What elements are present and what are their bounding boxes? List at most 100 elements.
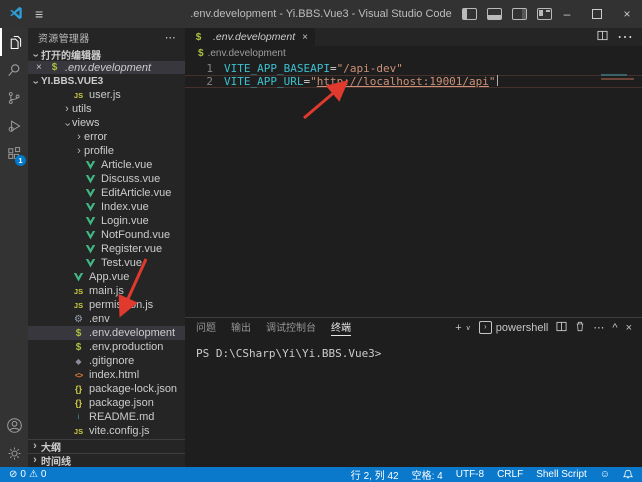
activity-settings-button[interactable] xyxy=(0,439,28,467)
kill-terminal-button[interactable] xyxy=(575,321,585,335)
file-icon xyxy=(84,259,97,268)
panel-tab[interactable]: 调试控制台 xyxy=(266,319,316,336)
tree-item[interactable]: {} package.json xyxy=(28,396,185,410)
open-editors-header[interactable]: 打开的编辑器 xyxy=(28,47,185,61)
url-link[interactable]: http://localhost:19001/api xyxy=(317,75,489,88)
open-editor-item[interactable]: × $ .env.development xyxy=(28,61,185,74)
chevron-icon xyxy=(62,104,72,115)
tree-item[interactable]: EditArticle.vue xyxy=(28,186,185,200)
minimize-button[interactable]: – xyxy=(552,0,582,28)
tree-item[interactable]: Discuss.vue xyxy=(28,172,185,186)
tree-item[interactable]: Article.vue xyxy=(28,158,185,172)
panel-tab[interactable]: 输出 xyxy=(231,319,251,336)
tree-item[interactable]: profile xyxy=(28,144,185,158)
activity-search-button[interactable] xyxy=(0,56,28,84)
activity-extensions-button[interactable]: 1 xyxy=(0,140,28,168)
tree-item[interactable]: i README.md xyxy=(28,410,185,424)
eol-status[interactable]: CRLF xyxy=(497,469,523,480)
close-button[interactable]: × xyxy=(612,0,642,28)
file-icon: JS xyxy=(72,287,85,296)
new-terminal-button[interactable]: + xyxy=(455,322,461,334)
maximize-button[interactable] xyxy=(582,0,612,28)
tree-item[interactable]: ⚙ .env xyxy=(28,312,185,326)
tree-item[interactable]: Test.vue xyxy=(28,256,185,270)
split-editor-button[interactable] xyxy=(597,28,608,46)
panel-tab[interactable]: 问题 xyxy=(196,319,216,336)
tab-close-icon[interactable]: × xyxy=(302,32,308,43)
outline-section-header[interactable]: 大纲 xyxy=(28,439,185,453)
breadcrumb[interactable]: $ .env.development xyxy=(185,46,642,60)
tree-item-label: Discuss.vue xyxy=(101,173,160,185)
editor-more-actions-icon[interactable]: ⋯ xyxy=(617,27,633,47)
terminal-icon: › xyxy=(479,321,492,334)
tree-item[interactable]: views xyxy=(28,116,185,130)
tree-item[interactable]: Index.vue xyxy=(28,200,185,214)
code-editor[interactable]: 1VITE_APP_BASEAPI="/api-dev" 2VITE_APP_U… xyxy=(185,60,642,317)
project-root-header[interactable]: YI.BBS.VUE3 xyxy=(28,74,185,88)
tab-env-development[interactable]: $ .env.development × xyxy=(185,28,315,46)
explorer-sidebar: 资源管理器 ⋯ 打开的编辑器 × $ .env.development YI.B… xyxy=(28,28,185,467)
tree-item[interactable]: JS permission.js xyxy=(28,298,185,312)
tree-item[interactable]: Login.vue xyxy=(28,214,185,228)
activity-source-control-button[interactable] xyxy=(0,84,28,112)
menu-icon[interactable]: ≡ xyxy=(35,6,43,22)
panel-more-actions-icon[interactable]: ⋯ xyxy=(593,321,604,334)
tree-item[interactable]: JS main.js xyxy=(28,284,185,298)
terminal-output[interactable]: PS D:\CSharp\Yi\Yi.BBS.Vue3> xyxy=(185,337,642,360)
customize-layout-button[interactable] xyxy=(537,8,552,20)
breadcrumb-item[interactable]: .env.development xyxy=(208,48,286,59)
activity-account-button[interactable] xyxy=(0,411,28,439)
tree-item[interactable]: JS user.js xyxy=(28,88,185,102)
activity-run-debug-button[interactable] xyxy=(0,112,28,140)
toggle-sidebar-button[interactable] xyxy=(462,8,477,20)
file-icon xyxy=(84,245,97,254)
sidebar-more-actions-icon[interactable]: ⋯ xyxy=(165,31,185,44)
tree-item[interactable]: <> index.html xyxy=(28,368,185,382)
file-icon: JS xyxy=(72,91,85,100)
maximize-panel-button[interactable]: ^ xyxy=(612,322,617,334)
cursor-position-status[interactable]: 行 2, 列 42 xyxy=(351,467,399,482)
tree-item[interactable]: utils xyxy=(28,102,185,116)
minimap[interactable] xyxy=(601,74,639,80)
tree-item-label: index.html xyxy=(89,369,139,381)
indentation-status[interactable]: 空格: 4 xyxy=(412,467,443,482)
tree-item[interactable]: error xyxy=(28,130,185,144)
tree-item[interactable]: $ .env.development xyxy=(28,326,185,340)
terminal-dropdown-icon[interactable]: ∨ xyxy=(466,324,471,332)
activity-explorer-button[interactable] xyxy=(0,28,28,56)
code-line-2: 2VITE_APP_URL="http://localhost:19001/ap… xyxy=(185,75,642,88)
file-icon: JS xyxy=(72,427,85,436)
vscode-window: ≡ .env.development - Yi.BBS.Vue3 - Visua… xyxy=(0,0,642,482)
split-terminal-button[interactable] xyxy=(556,321,567,335)
tree-item[interactable]: Register.vue xyxy=(28,242,185,256)
chevron-down-icon xyxy=(30,49,40,60)
tree-item[interactable]: $ .env.production xyxy=(28,340,185,354)
toggle-secondary-sidebar-button[interactable] xyxy=(512,8,527,20)
toggle-panel-button[interactable] xyxy=(487,8,502,20)
problems-status[interactable]: ⊘ 0 ⚠ 0 xyxy=(9,469,46,480)
tree-item-label: Test.vue xyxy=(101,257,142,269)
tree-item[interactable]: {} package-lock.json xyxy=(28,382,185,396)
status-bar: ⊘ 0 ⚠ 0 行 2, 列 42 空格: 4 UTF-8 CRLF Shell… xyxy=(0,467,642,482)
tree-item[interactable]: App.vue xyxy=(28,270,185,284)
timeline-section-header[interactable]: 时间线 xyxy=(28,453,185,467)
bottom-panel: 问题 输出 调试控制台 终端 + ∨ › powershell xyxy=(185,317,642,467)
tree-item[interactable]: NotFound.vue xyxy=(28,228,185,242)
tree-item[interactable]: ◆ .gitignore xyxy=(28,354,185,368)
terminal-shell-selector[interactable]: › powershell xyxy=(479,321,549,334)
panel-tab[interactable]: 终端 xyxy=(331,319,351,336)
feedback-icon[interactable]: ☺ xyxy=(600,469,610,480)
file-icon xyxy=(72,273,85,282)
tab-bar: $ .env.development × ⋯ xyxy=(185,28,642,46)
language-mode-status[interactable]: Shell Script xyxy=(536,469,587,480)
encoding-status[interactable]: UTF-8 xyxy=(456,469,484,480)
tree-item-label: EditArticle.vue xyxy=(101,187,171,199)
tree-item[interactable]: JS vite.config.js xyxy=(28,424,185,438)
close-panel-button[interactable]: × xyxy=(626,322,632,334)
warnings-icon: ⚠ xyxy=(29,469,38,480)
tree-item-label: package-lock.json xyxy=(89,383,177,395)
file-icon xyxy=(84,217,97,226)
close-icon[interactable]: × xyxy=(36,62,48,73)
terminal-shell-label: powershell xyxy=(496,322,549,334)
notifications-bell-icon[interactable] xyxy=(623,469,633,480)
